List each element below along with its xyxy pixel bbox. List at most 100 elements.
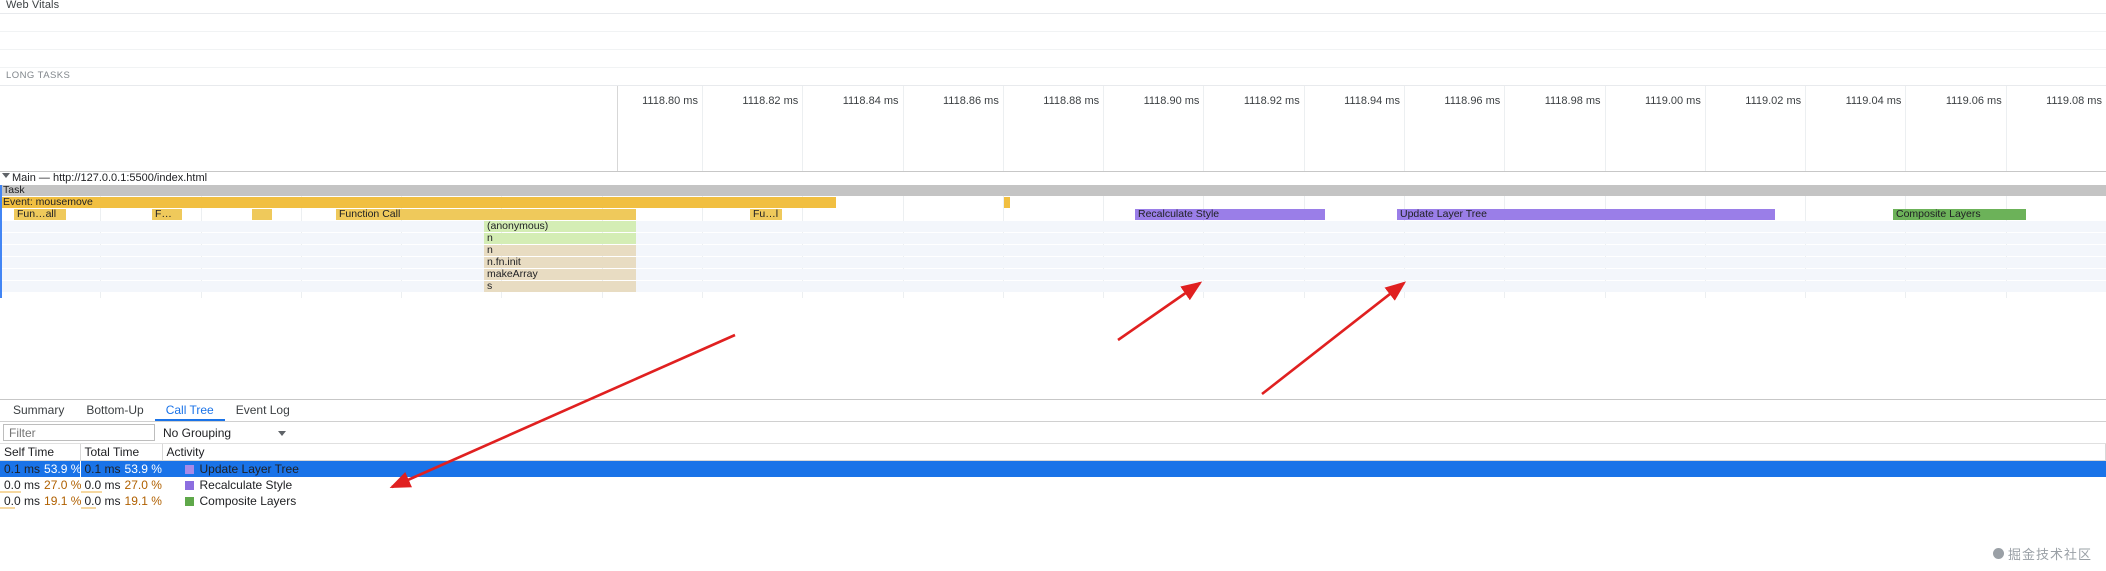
- flame-bar-makearray[interactable]: makeArray: [484, 269, 636, 280]
- ruler-tick-label: 1118.82 ms: [742, 95, 799, 107]
- flame-bar-anonymous[interactable]: (anonymous): [484, 221, 636, 232]
- column-header-activity[interactable]: Activity: [162, 444, 2106, 461]
- watermark-text: 掘金技术社区: [2007, 547, 2092, 562]
- table-header-row: Self Time Total Time Activity: [0, 444, 2106, 461]
- main-track-header[interactable]: Main — http://127.0.0.1:5500/index.html: [0, 172, 2106, 185]
- flame-bar-f[interactable]: F…: [152, 209, 182, 220]
- cell-time: 0.0 ms 27.0 %: [80, 477, 162, 493]
- tab-summary[interactable]: Summary: [2, 400, 75, 421]
- collapse-caret-icon[interactable]: [2, 173, 10, 178]
- ruler-tick-label: 1118.86 ms: [942, 95, 999, 107]
- ruler-tick-label: 1118.94 ms: [1344, 95, 1400, 107]
- ruler-tick-label: 1118.84 ms: [842, 95, 899, 107]
- web-vitals-strip: Web Vitals: [0, 0, 2106, 14]
- stack-row-background: [0, 221, 2106, 232]
- overview-timeline[interactable]: LONG TASKS: [0, 14, 2106, 86]
- details-tabbar: Summary Bottom-Up Call Tree Event Log: [0, 400, 2106, 422]
- cell-activity: Composite Layers: [162, 493, 2106, 509]
- flame-bar-event-mousemove[interactable]: Event: mousemove: [0, 197, 836, 208]
- watermark: 掘金技术社区: [1992, 544, 2092, 563]
- flame-bar-fu-l[interactable]: Fu…l: [750, 209, 782, 220]
- time-percent: 53.9 %: [124, 462, 162, 476]
- grouping-value: No Grouping: [163, 425, 232, 440]
- overview-row: [0, 50, 2106, 68]
- time-value: 0.0 ms: [84, 478, 121, 492]
- watermark-logo-icon: [1992, 548, 2004, 559]
- ruler-tick: 1118.82 ms: [702, 86, 802, 171]
- stack-row-background: [0, 245, 2106, 256]
- main-track-title: Main — http://127.0.0.1:5500/index.html: [12, 172, 208, 184]
- flame-bar-function-call[interactable]: Function Call: [336, 209, 636, 220]
- cell-time: 0.0 ms 19.1 %: [80, 493, 162, 509]
- time-value: 0.0 ms: [4, 494, 41, 508]
- ruler-tick: 1118.96 ms: [1404, 86, 1504, 171]
- ruler-tick-label: 1119.04 ms: [1845, 95, 1902, 107]
- cell-time: 0.1 ms 53.9 %: [80, 460, 162, 477]
- filter-input[interactable]: [3, 424, 155, 441]
- long-tasks-label: LONG TASKS: [6, 70, 71, 81]
- time-value: 0.1 ms: [4, 462, 41, 476]
- ruler-tick-label: 1118.98 ms: [1544, 95, 1601, 107]
- flame-bar[interactable]: [252, 209, 272, 220]
- activity-color-swatch: [184, 465, 194, 474]
- flame-bar-update-layer-tree[interactable]: Update Layer Tree: [1397, 209, 1775, 220]
- activity-label: Composite Layers: [199, 494, 297, 508]
- table-row[interactable]: 0.1 ms 53.9 % 0.1 ms 53.9 % Update Layer Tre…: [0, 460, 2106, 477]
- activity-color-swatch: [184, 497, 194, 506]
- ruler-selection-shade: [0, 86, 618, 171]
- overview-row: [0, 14, 2106, 32]
- flame-chart[interactable]: Main — http://127.0.0.1:5500/index.html …: [0, 172, 2106, 298]
- tab-event-log[interactable]: Event Log: [225, 400, 301, 421]
- flame-bar-task[interactable]: Task: [0, 185, 2106, 196]
- time-value: 0.1 ms: [84, 462, 121, 476]
- flame-bar-n[interactable]: n: [484, 233, 636, 244]
- ruler-tick-label: 1118.96 ms: [1444, 95, 1501, 107]
- column-header-self-time[interactable]: Self Time: [0, 444, 81, 461]
- ruler-tick: 1118.94 ms: [1303, 86, 1404, 171]
- grouping-select[interactable]: No Grouping: [163, 425, 286, 440]
- time-value: 0.0 ms: [84, 494, 121, 508]
- tab-call-tree[interactable]: Call Tree: [154, 400, 225, 421]
- activity-color-swatch: [184, 481, 194, 490]
- ruler-tick-label: 1119.06 ms: [1945, 95, 2002, 107]
- column-header-total-time[interactable]: Total Time: [80, 444, 163, 461]
- percent-bar: [0, 507, 16, 509]
- flame-bar-n-fn-init[interactable]: n.fn.init: [484, 257, 636, 268]
- overview-row: [0, 32, 2106, 50]
- web-vitals-label: Web Vitals: [6, 0, 60, 11]
- ruler-tick-label: 1118.90 ms: [1143, 95, 1200, 107]
- ruler-tick-label: 1118.88 ms: [1043, 95, 1100, 107]
- table-row[interactable]: 0.0 ms 19.1 % 0.0 ms 19.1 % Composite Layers: [0, 493, 2106, 509]
- cell-time: 0.0 ms 27.0 %: [0, 477, 81, 493]
- stack-row-background: [0, 269, 2106, 280]
- cell-activity: Recalculate Style: [162, 477, 2106, 493]
- ruler-tick-label: 1119.00 ms: [1644, 95, 1701, 107]
- ruler-tick: 1118.90 ms: [1103, 86, 1203, 171]
- flame-bar-s[interactable]: s: [484, 281, 636, 292]
- ruler-tick: 1118.98 ms: [1504, 86, 1604, 171]
- ruler-tick: 1119.06 ms: [1905, 86, 2005, 171]
- details-panel: SummaryBottom-UpCall TreeEvent Log No Gr…: [0, 399, 2106, 571]
- activity-label: Recalculate Style: [199, 478, 293, 492]
- flame-bar-composite-layers[interactable]: Composite Layers: [1893, 209, 2026, 220]
- flame-bar-n[interactable]: n: [484, 245, 636, 256]
- ruler-tick-label: 1119.08 ms: [2046, 95, 2102, 107]
- timeline-ruler[interactable]: 1118.68 ms1118.70 ms1118.72 ms1118.74 ms…: [0, 86, 2106, 172]
- ruler-tick-label: 1118.80 ms: [642, 95, 698, 107]
- time-percent: 53.9 %: [44, 462, 82, 476]
- cell-time: 0.1 ms 53.9 %: [0, 460, 82, 477]
- flame-bar-fun-all[interactable]: Fun…all: [14, 209, 66, 220]
- ruler-tick: 1118.88 ms: [1002, 86, 1103, 171]
- chevron-down-icon[interactable]: [278, 430, 286, 436]
- ruler-tick: 1119.04 ms: [1805, 86, 1905, 171]
- table-row[interactable]: 0.0 ms 27.0 % 0.0 ms 27.0 % Recalculate Styl…: [0, 477, 2106, 493]
- ruler-tick: 1118.92 ms: [1203, 86, 1303, 171]
- track-accent-rail: [0, 185, 2, 298]
- flame-bar-recalculate-style[interactable]: Recalculate Style: [1135, 209, 1325, 220]
- ruler-tick: 1119.00 ms: [1604, 86, 1705, 171]
- stack-row-background: [0, 257, 2106, 268]
- tab-bottom-up[interactable]: Bottom-Up: [75, 400, 154, 421]
- flame-bar[interactable]: [1004, 197, 1010, 208]
- percent-bar: [80, 507, 96, 509]
- time-percent: 19.1 %: [124, 494, 162, 508]
